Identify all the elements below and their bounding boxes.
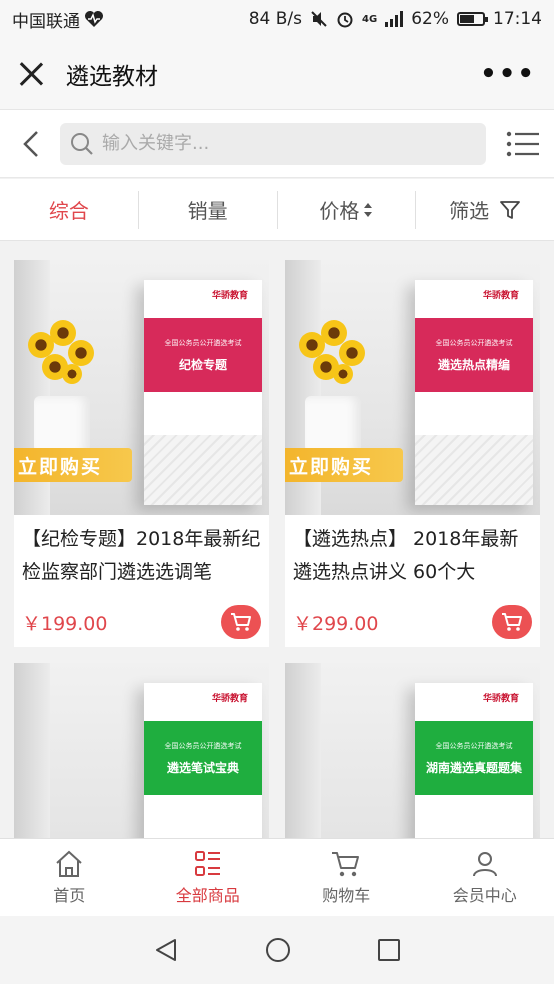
sort-tabs: 综合 销量 价格 筛选 xyxy=(0,179,554,241)
nav-label: 全部商品 xyxy=(175,885,240,905)
product-card[interactable]: 华骄教育 全国公务员公开遴选考试 遴选热点精编 立即购买 【遴选热点】 2018… xyxy=(285,260,540,647)
cart-icon xyxy=(231,613,251,631)
cart-icon xyxy=(332,851,360,876)
book-logo: 华骄教育 xyxy=(482,694,519,704)
network-type: 4G xyxy=(362,13,378,25)
nav-cart[interactable]: 购物车 xyxy=(277,839,416,916)
nav-member-center[interactable]: 会员中心 xyxy=(416,839,554,916)
clock: 17:14 xyxy=(493,9,542,29)
home-icon xyxy=(56,850,82,877)
product-image[interactable]: 华骄教育 全国公务员公开遴选考试 遴选热点精编 立即购买 xyxy=(285,260,540,515)
book-cover-band: 全国公务员公开遴选考试 纪检专题 xyxy=(144,318,262,392)
battery-percent: 62% xyxy=(411,9,449,29)
tab-label: 筛选 xyxy=(449,199,490,223)
product-title[interactable]: 【遴选热点】 2018年最新遴选热点讲义 60个大 xyxy=(285,515,540,597)
tab-sales[interactable]: 销量 xyxy=(139,190,278,229)
sort-arrows-icon xyxy=(364,202,373,217)
cart-icon xyxy=(502,613,522,631)
user-icon xyxy=(472,851,497,876)
nav-label: 首页 xyxy=(53,885,86,905)
bottom-nav: 首页 全部商品 购物车 会员中心 xyxy=(0,838,554,916)
product-price: ￥199.00 xyxy=(22,612,108,635)
search-input[interactable] xyxy=(102,133,462,154)
mute-icon xyxy=(311,11,327,27)
book-cover-band: 全国公务员公开遴选考试 湖南遴选真题题集 xyxy=(415,721,533,795)
book-logo: 华骄教育 xyxy=(211,694,248,704)
alarm-icon xyxy=(337,12,353,28)
carrier-label: 中国联通 xyxy=(12,11,80,32)
book-logo: 华骄教育 xyxy=(211,291,248,301)
close-icon[interactable] xyxy=(18,61,44,87)
nav-label: 会员中心 xyxy=(452,885,517,905)
battery-icon xyxy=(457,12,488,26)
buy-now-banner: 立即购买 xyxy=(14,448,132,482)
filter-icon xyxy=(500,200,521,219)
system-navigation-bar xyxy=(0,916,554,984)
home-circle-icon[interactable] xyxy=(264,936,292,964)
add-to-cart-button[interactable] xyxy=(492,605,532,639)
signal-icon xyxy=(385,11,404,27)
tab-price[interactable]: 价格 xyxy=(278,190,417,229)
tab-filter[interactable]: 筛选 xyxy=(416,191,554,229)
buy-now-banner: 立即购买 xyxy=(285,448,403,482)
search-box[interactable] xyxy=(60,122,486,165)
book-cover-band: 全国公务员公开遴选考试 遴选笔试宝典 xyxy=(144,721,262,795)
book-cover: 华骄教育 全国公务员公开遴选考试 遴选热点精编 xyxy=(415,280,533,505)
book-logo: 华骄教育 xyxy=(482,291,519,301)
network-speed: 84 B/s xyxy=(248,9,303,29)
search-icon xyxy=(71,132,93,155)
product-title[interactable]: 【纪检专题】2018年最新纪检监察部门遴选选调笔 xyxy=(14,515,269,597)
nav-all-products[interactable]: 全部商品 xyxy=(139,839,278,916)
nav-home[interactable]: 首页 xyxy=(0,839,139,916)
book-cover: 华骄教育 全国公务员公开遴选考试 纪检专题 xyxy=(144,280,262,505)
tab-comprehensive[interactable]: 综合 xyxy=(0,190,139,229)
page-title: 遴选教材 xyxy=(66,63,158,90)
recents-square-icon[interactable] xyxy=(377,938,401,962)
back-triangle-icon[interactable] xyxy=(153,937,179,963)
tab-label: 综合 xyxy=(48,199,89,223)
tab-label: 价格 xyxy=(319,199,360,223)
product-card[interactable]: 华骄教育 全国公务员公开遴选考试 纪检专题 立即购买 【纪检专题】2018年最新… xyxy=(14,260,269,647)
grid-list-icon xyxy=(194,850,220,876)
title-bar: 遴选教材 ••• xyxy=(0,38,554,110)
more-options-button[interactable]: ••• xyxy=(480,59,536,89)
product-image[interactable]: 华骄教育 全国公务员公开遴选考试 纪检专题 立即购买 xyxy=(14,260,269,515)
nav-label: 购物车 xyxy=(322,885,371,905)
book-cover-band: 全国公务员公开遴选考试 遴选热点精编 xyxy=(415,318,533,392)
list-view-icon[interactable] xyxy=(506,129,540,159)
back-chevron-icon[interactable] xyxy=(16,129,46,159)
status-bar: 中国联通 84 B/s 4G 62% 17:14 xyxy=(0,0,554,38)
add-to-cart-button[interactable] xyxy=(221,605,261,639)
tab-label: 销量 xyxy=(187,199,228,223)
product-grid: 华骄教育 全国公务员公开遴选考试 纪检专题 立即购买 【纪检专题】2018年最新… xyxy=(14,260,540,918)
search-bar xyxy=(0,110,554,178)
product-price: ￥299.00 xyxy=(293,612,379,635)
heartbeat-icon xyxy=(85,11,103,27)
